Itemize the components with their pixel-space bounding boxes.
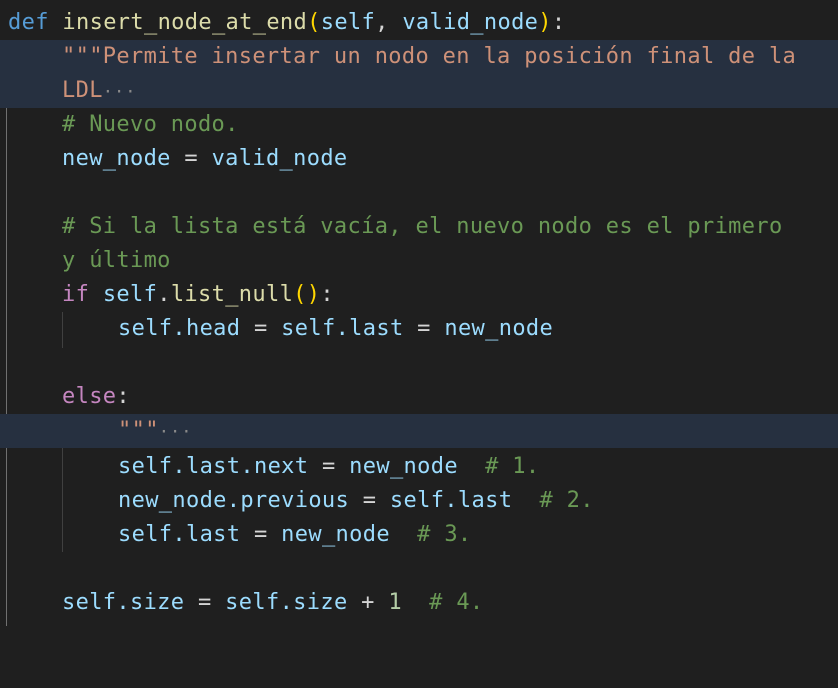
comma: , [375, 10, 403, 35]
code-line-15[interactable]: new_node.previous = self.last # 2. [0, 484, 838, 518]
paren-open: ( [307, 10, 321, 35]
paren-close: ) [538, 10, 552, 35]
attribute: .head [172, 316, 241, 341]
code-line-4[interactable]: # Nuevo nodo. [0, 108, 838, 142]
docstring-text: LDL [62, 78, 103, 103]
variable: new_node [281, 522, 390, 547]
parens: () [293, 282, 321, 307]
keyword-def: def [8, 10, 49, 35]
keyword-if: if [62, 282, 90, 307]
colon: : [320, 282, 334, 307]
variable: self [281, 316, 336, 341]
keyword-else: else [62, 384, 117, 409]
attribute: .next [240, 454, 309, 479]
operator: = [349, 488, 390, 513]
param-valid-node: valid_node [402, 10, 539, 35]
variable: new_node [349, 454, 458, 479]
variable: self [225, 590, 280, 615]
code-editor[interactable]: def insert_node_at_end(self, valid_node)… [0, 0, 838, 626]
code-line-18[interactable]: self.size = self.size + 1 # 4. [0, 586, 838, 620]
code-line-12[interactable]: else: [0, 380, 838, 414]
variable: new_node [444, 316, 554, 341]
method-name: list_null [170, 282, 294, 307]
variable: new_node [62, 146, 171, 171]
variable: self [389, 488, 445, 513]
code-line-13[interactable]: """··· [0, 414, 838, 448]
code-line-8[interactable]: y último [0, 244, 838, 278]
operator: = [240, 522, 282, 547]
code-line-1[interactable]: def insert_node_at_end(self, valid_node)… [0, 6, 838, 40]
param-self: self [320, 10, 376, 35]
operator: = [240, 316, 282, 341]
colon: : [116, 384, 130, 409]
variable: valid_node [211, 146, 348, 171]
comment: # 3. [389, 522, 472, 547]
code-line-10[interactable]: self.head = self.last = new_node [0, 312, 838, 346]
variable: self [118, 522, 173, 547]
operator: + [347, 590, 389, 615]
dot: . [157, 282, 171, 307]
comment: # Nuevo nodo. [62, 112, 239, 137]
code-line-14[interactable]: self.last.next = new_node # 1. [0, 450, 838, 484]
code-line-16[interactable]: self.last = new_node # 3. [0, 518, 838, 552]
operator: = [308, 454, 350, 479]
attribute: .previous [226, 488, 350, 513]
variable: self [62, 590, 117, 615]
variable: new_node [118, 488, 227, 513]
code-line-9[interactable]: if self.list_null(): [0, 278, 838, 312]
attribute: .last [335, 316, 404, 341]
comment: # 1. [457, 454, 540, 479]
variable: self [102, 282, 158, 307]
comment: # 4. [401, 590, 484, 615]
comment: y último [62, 248, 171, 273]
variable: self [118, 454, 173, 479]
attribute: .size [279, 590, 348, 615]
attribute: .last [444, 488, 513, 513]
code-line-7[interactable]: # Si la lista está vacía, el nuevo nodo … [0, 210, 838, 244]
operator: = [184, 590, 226, 615]
operator: = [403, 316, 445, 341]
fold-ellipsis-icon[interactable]: ··· [103, 82, 137, 102]
number: 1 [388, 590, 402, 615]
docstring-text: """ [118, 418, 159, 443]
attribute: .last [172, 454, 241, 479]
attribute: .size [116, 590, 185, 615]
operator: = [170, 146, 212, 171]
comment: # 2. [512, 488, 594, 513]
code-line-5[interactable]: new_node = valid_node [0, 142, 838, 176]
fold-ellipsis-icon[interactable]: ··· [159, 422, 193, 442]
colon: : [551, 10, 566, 35]
comment: # Si la lista está vacía, el nuevo nodo … [62, 214, 783, 239]
code-line-2[interactable]: """Permite insertar un nodo en la posici… [0, 40, 838, 74]
code-line-3[interactable]: LDL··· [0, 74, 838, 108]
function-name: insert_node_at_end [62, 10, 308, 35]
attribute: .last [172, 522, 241, 547]
variable: self [118, 316, 173, 341]
docstring-text: """Permite insertar un nodo en la posici… [62, 44, 797, 69]
